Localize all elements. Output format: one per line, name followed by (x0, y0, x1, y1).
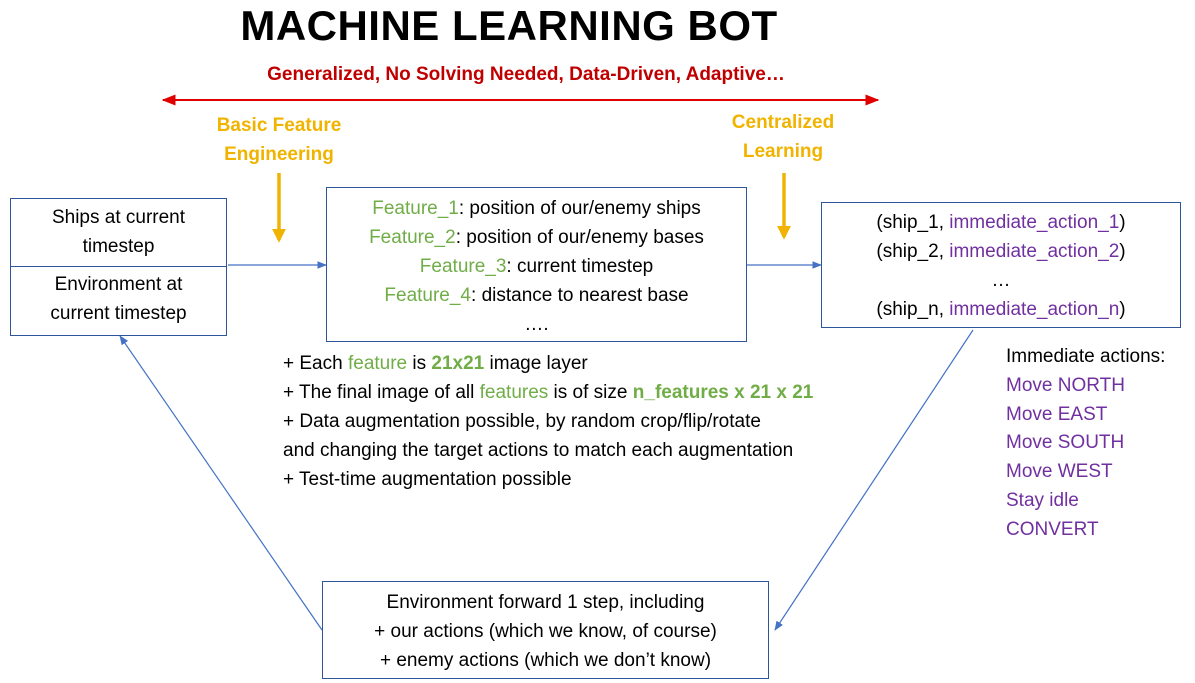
ship-id: (ship_2, (876, 241, 950, 262)
action-name: immediate_action_2 (949, 241, 1120, 262)
action-item: Move EAST (1006, 403, 1108, 425)
label-line: Basic Feature (216, 115, 342, 136)
note-size: n_features x 21 x 21 (632, 382, 814, 403)
diagram-canvas: MACHINE LEARNING BOT Generalized, No Sol… (0, 0, 1195, 683)
actions-heading: Immediate actions: (1006, 346, 1166, 367)
note-highlight: features (479, 382, 549, 403)
ship-id: (ship_n, (876, 299, 950, 320)
feature-desc: : position of our/enemy ships (458, 198, 701, 219)
feature-row: Feature_2: position of our/enemy bases (327, 223, 746, 252)
feature-name: Feature_2 (369, 227, 456, 248)
note-line: + The final image of all features is of … (283, 378, 813, 407)
label-line: Centralized (731, 112, 835, 133)
ship-actions-box: (ship_1, immediate_action_1) (ship_2, im… (821, 202, 1181, 328)
label-line: Engineering (224, 144, 334, 165)
note-line: + Test-time augmentation possible (283, 469, 572, 490)
ship-actions-ellipsis: … (991, 270, 1011, 291)
environment-step-box: Environment forward 1 step, including + … (322, 581, 769, 679)
box-line: + enemy actions (which we don’t know) (379, 650, 712, 671)
feature-desc: : position of our/enemy bases (455, 227, 704, 248)
box-line: Environment forward 1 step, including (386, 592, 705, 613)
label-line: Learning (742, 141, 824, 162)
note-text: + The final image of all (283, 382, 480, 403)
paren: ) (1119, 241, 1126, 262)
features-box: Feature_1: position of our/enemy ships F… (326, 187, 747, 342)
immediate-actions-list: Immediate actions: Move NORTH Move EAST … (1006, 343, 1165, 545)
subtitle: Generalized, No Solving Needed, Data-Dri… (267, 64, 785, 85)
note-highlight: feature (347, 353, 408, 374)
feature-name: Feature_1 (372, 198, 459, 219)
note-text: + Each (283, 353, 348, 374)
paren: ) (1119, 212, 1126, 233)
note-text: is of size (548, 382, 633, 403)
ship-action-row: (ship_2, immediate_action_2) (822, 237, 1180, 266)
box-line: + our actions (which we know, of course) (374, 621, 717, 642)
environment-section: Environment at current timestep (11, 270, 226, 328)
feature-row: Feature_3: current timestep (327, 252, 746, 281)
action-item: Move NORTH (1006, 374, 1125, 396)
note-line: + Each feature is 21x21 image layer (283, 349, 813, 378)
action-name: immediate_action_n (949, 299, 1120, 320)
label-centralized-learning: Centralized Learning (708, 108, 858, 166)
feature-desc: : distance to nearest base (471, 285, 689, 306)
feature-row: Feature_4: distance to nearest base (327, 281, 746, 310)
action-name: immediate_action_1 (949, 212, 1120, 233)
features-ellipsis: …. (524, 314, 549, 335)
box-line: current timestep (50, 303, 187, 324)
label-basic-feature-engineering: Basic Feature Engineering (194, 111, 364, 169)
box-line: Environment at (54, 274, 183, 295)
paren: ) (1119, 299, 1126, 320)
note-line: + Data augmentation possible, by random … (283, 411, 761, 432)
note-text: image layer (484, 353, 588, 374)
feature-name: Feature_4 (384, 285, 472, 306)
feature-desc: : current timestep (506, 256, 654, 277)
current-state-box: Ships at current timestep Environment at… (10, 198, 227, 336)
ships-section: Ships at current timestep (11, 199, 226, 261)
box-line: Ships at current (51, 207, 186, 228)
note-line: and changing the target actions to match… (283, 440, 794, 461)
feature-row: Feature_1: position of our/enemy ships (327, 194, 746, 223)
ship-id: (ship_1, (876, 212, 950, 233)
feature-notes: + Each feature is 21x21 image layer + Th… (283, 349, 813, 494)
action-item: CONVERT (1006, 518, 1099, 540)
note-size: 21x21 (431, 353, 485, 374)
action-item: Stay idle (1006, 489, 1079, 511)
box-line: timestep (82, 236, 155, 257)
feature-name: Feature_3 (419, 256, 507, 277)
page-title: MACHINE LEARNING BOT (240, 2, 778, 49)
ship-action-row: (ship_n, immediate_action_n) (822, 295, 1180, 324)
box-divider (11, 266, 226, 267)
ship-action-row: (ship_1, immediate_action_1) (822, 208, 1180, 237)
action-item: Move SOUTH (1006, 432, 1125, 454)
note-text: is (407, 353, 432, 374)
action-item: Move WEST (1006, 461, 1113, 483)
